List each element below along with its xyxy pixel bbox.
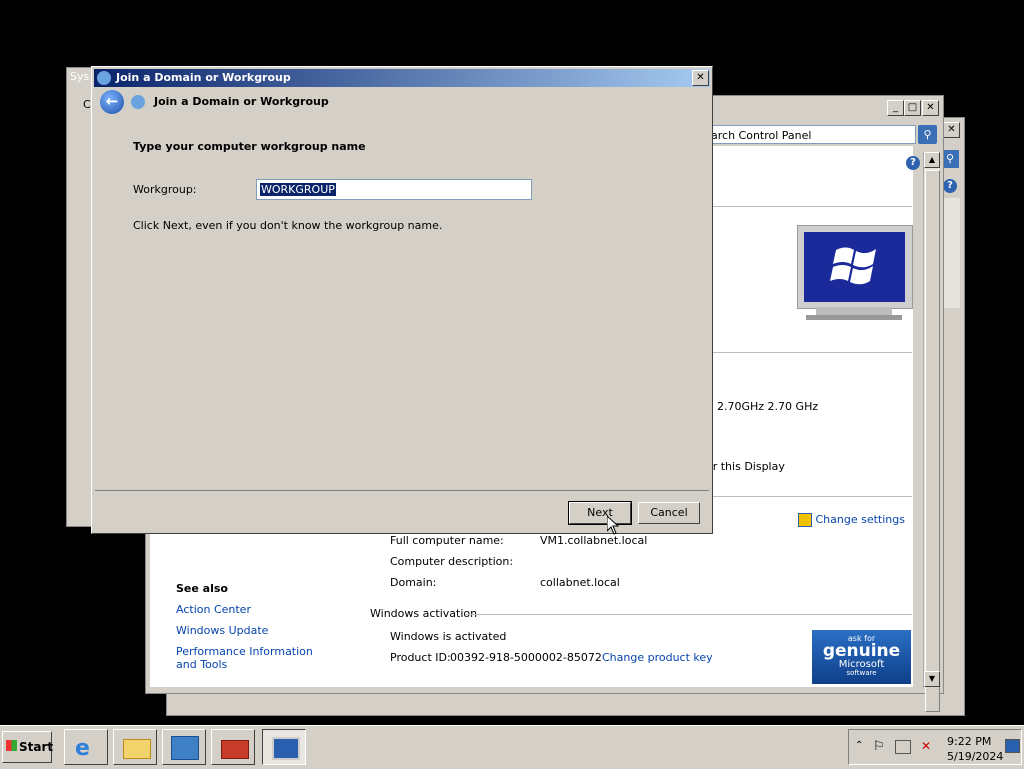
join-domain-workgroup-dialog: Join a Domain or Workgroup ✕ ← Join a Do… [91,66,713,534]
scroll-down-arrow[interactable]: ▼ [924,671,940,687]
divider [706,496,912,497]
taskbar-remote-desktop[interactable] [262,729,306,765]
divider [706,352,912,353]
internet-explorer-icon: e [75,736,90,761]
wizard-heading: Type your computer workgroup name [133,140,366,153]
product-id-value: 00392-918-5000002-85072 [450,651,602,664]
network-icon [97,71,111,85]
mouse-cursor-icon [607,516,619,535]
close-button-back[interactable]: ✕ [943,122,960,138]
domain-value: collabnet.local [540,576,620,589]
wizard-header-title: Join a Domain or Workgroup [154,95,329,108]
monitor-base [806,315,902,320]
start-button[interactable]: Start [2,731,54,763]
wizard-body: Type your computer workgroup name Workgr… [95,118,709,491]
cancel-button[interactable]: Cancel [638,502,700,524]
product-id-label: Product ID: [390,651,451,664]
maximize-button[interactable]: □ [904,100,921,116]
search-control-panel-input[interactable]: arch Control Panel [706,125,916,144]
change-settings-link[interactable]: Change settings [798,513,905,527]
windows-update-link[interactable]: Windows Update [176,624,268,637]
search-icon[interactable]: ⚲ [918,125,937,144]
activation-status: Windows is activated [390,630,507,643]
back-arrow-icon[interactable]: ← [100,90,124,114]
scroll-thumb[interactable] [925,170,940,712]
vertical-scrollbar[interactable]: ▲ ▼ [923,152,940,712]
display-text: or this Display [706,460,785,473]
taskbar-toolbox[interactable] [211,729,255,765]
shield-icon [798,513,812,527]
computer-description-label: Computer description: [390,555,514,568]
genuine-microsoft-badge[interactable]: ask for genuine Microsoft software [812,630,911,684]
close-button[interactable]: ✕ [922,100,939,116]
help-icon-back[interactable]: ? [943,179,957,193]
divider [466,614,912,615]
minimize-button[interactable]: _ [887,100,904,116]
taskbar-internet-explorer[interactable]: e [64,729,108,765]
full-computer-name-value: VM1.collabnet.local [540,534,648,547]
change-product-key-link[interactable]: Change product key [602,651,713,664]
windows-activation-heading: Windows activation [370,607,481,620]
volume-muted-icon[interactable]: ✕ [921,739,931,753]
genuine-badge-line4: software [846,669,877,677]
scroll-up-arrow[interactable]: ▲ [924,152,940,168]
dialog-close-button[interactable]: ✕ [692,70,709,86]
performance-information-link[interactable]: Performance Information and Tools [176,645,326,671]
divider [706,206,912,207]
server-manager-icon [171,736,199,760]
change-settings-label: Change settings [815,513,905,526]
next-button[interactable]: Next [568,501,632,525]
see-also-heading: See also [176,582,228,595]
windows-logo-monitor-icon [797,225,913,309]
start-label: Start [19,740,54,754]
workgroup-label: Workgroup: [133,183,197,196]
system-properties-title: Sys [70,70,90,83]
clock-date[interactable]: 5/19/2024 [947,750,1003,763]
processor-speed: 2.70GHz 2.70 GHz [717,400,819,413]
folder-icon [123,739,151,759]
remote-desktop-icon [272,737,300,760]
windows-flag-icon [6,740,17,751]
dialog-titlebar: Join a Domain or Workgroup ✕ [94,69,710,87]
workgroup-input[interactable]: WORKGROUP [256,179,532,200]
scrollbar-back[interactable] [944,198,960,308]
domain-label: Domain: [390,576,437,589]
dialog-title: Join a Domain or Workgroup [116,71,291,84]
help-icon[interactable]: ? [906,156,920,170]
monitor-stand [816,307,892,315]
system-properties-content: C [83,98,91,111]
show-hidden-icons-icon[interactable]: ⌃ [855,740,863,751]
taskbar-server-manager[interactable] [162,729,206,765]
action-center-flag-icon[interactable]: ⚐ [873,739,885,754]
genuine-badge-line2: genuine [822,641,901,661]
full-computer-name-label: Full computer name: [390,534,504,547]
clock-time[interactable]: 9:22 PM [947,735,991,748]
wizard-header: ← Join a Domain or Workgroup [95,88,709,116]
workgroup-hint: Click Next, even if you don't know the w… [133,219,443,232]
taskbar: Start e ⌃ ⚐ ✕ 9:22 PM 5/19/2024 [0,725,1024,769]
taskbar-file-explorer[interactable] [113,729,157,765]
show-desktop-icon[interactable] [1005,739,1020,753]
toolbox-icon [221,740,249,759]
workgroup-input-value: WORKGROUP [260,183,336,196]
action-center-link[interactable]: Action Center [176,603,251,616]
network-icon-header [131,95,145,109]
system-tray: ⌃ ⚐ ✕ 9:22 PM 5/19/2024 [848,729,1022,765]
network-tray-icon[interactable] [895,740,911,754]
